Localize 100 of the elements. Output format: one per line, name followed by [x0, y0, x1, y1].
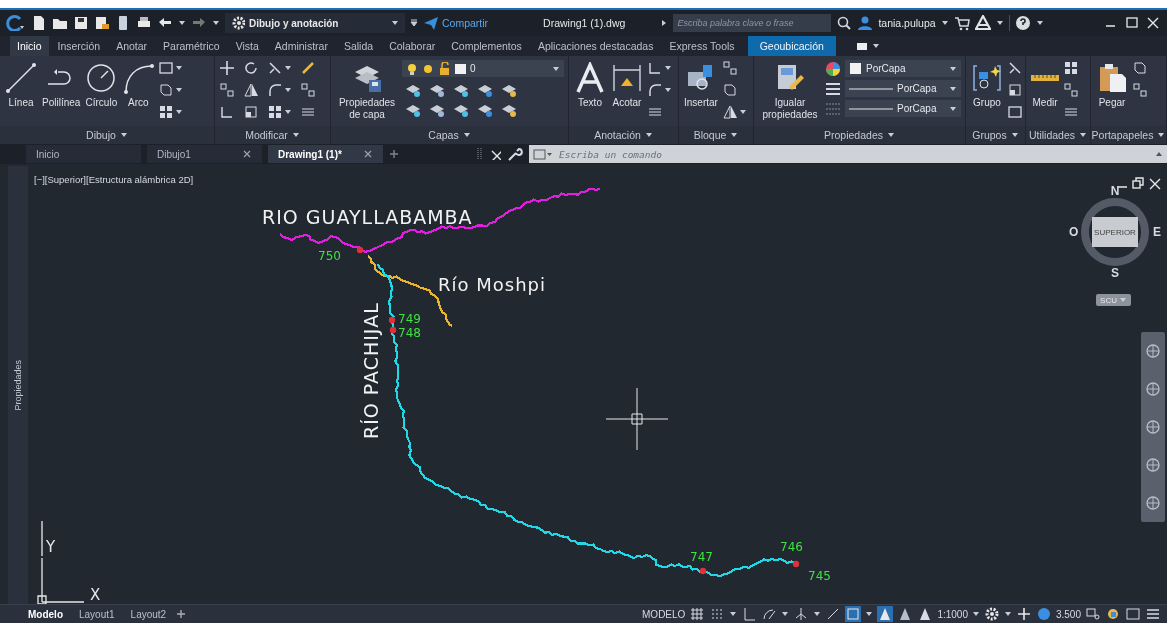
- compass-direction[interactable]: E: [1153, 225, 1161, 239]
- layer-tool-icon[interactable]: [500, 102, 518, 118]
- user-name[interactable]: tania.pulupa: [878, 17, 936, 29]
- panel-title[interactable]: Portapapeles: [1091, 126, 1166, 144]
- layout-tab[interactable]: Modelo: [22, 608, 69, 620]
- layout-tab[interactable]: Layout2: [124, 608, 173, 620]
- model-space-button[interactable]: MODELO: [642, 608, 686, 620]
- panel-title[interactable]: Utilidades: [1026, 126, 1090, 144]
- panel-title[interactable]: Capas: [331, 126, 568, 144]
- menu-icon[interactable]: [1145, 606, 1161, 622]
- grid-icon[interactable]: [689, 606, 706, 622]
- tool-button[interactable]: Pegar: [1095, 60, 1129, 111]
- customize-caret-icon[interactable]: [410, 18, 418, 28]
- scale-icon[interactable]: [243, 104, 259, 120]
- plus-icon[interactable]: [176, 609, 187, 619]
- ribbon-tab[interactable]: Salida: [336, 36, 381, 56]
- copy-icon[interactable]: [1132, 82, 1148, 98]
- new-file-icon[interactable]: [31, 15, 47, 31]
- array-icon[interactable]: [158, 104, 175, 120]
- tool-button[interactable]: Acotar: [610, 60, 644, 111]
- view-cube-face[interactable]: SUPERIOR: [1092, 217, 1138, 247]
- tool-button[interactable]: Círculo: [84, 60, 119, 111]
- rectangle-icon[interactable]: [158, 60, 175, 76]
- panel-title[interactable]: Propiedades: [754, 126, 965, 144]
- tool-button[interactable]: Arco: [121, 60, 156, 111]
- object-snap-icon[interactable]: [845, 606, 862, 622]
- tool-button[interactable]: Polilínea: [41, 60, 82, 111]
- search-icon[interactable]: [836, 15, 853, 31]
- layer-tool-icon[interactable]: [428, 102, 446, 118]
- ribbon-tab[interactable]: Complementos: [444, 36, 529, 56]
- restore-icon[interactable]: [1131, 176, 1145, 190]
- ribbon-tab[interactable]: Inicio: [10, 36, 49, 56]
- tool-button[interactable]: Propiedades de capa: [335, 60, 399, 122]
- scale-icon[interactable]: [1007, 82, 1023, 98]
- tool-button[interactable]: Medir: [1030, 60, 1060, 111]
- viewport-controls[interactable]: [−][Superior][Estructura alámbrica 2D]: [34, 174, 194, 185]
- panel-title[interactable]: Dibujo: [0, 126, 214, 144]
- ribbon-tab[interactable]: Inserción: [50, 36, 108, 56]
- compass-direction[interactable]: S: [1111, 266, 1119, 280]
- paper-plane-icon[interactable]: [423, 15, 439, 31]
- compass-direction[interactable]: O: [1069, 225, 1079, 239]
- compass-direction[interactable]: N: [1110, 184, 1120, 198]
- properties-palette[interactable]: Propiedades: [8, 166, 28, 604]
- fullscreen-icon[interactable]: [1125, 606, 1141, 622]
- polar-icon[interactable]: [761, 606, 778, 622]
- app-logo-icon[interactable]: [6, 15, 26, 31]
- tool-button[interactable]: Texto: [573, 60, 607, 111]
- document-tab[interactable]: Drawing1 (1)*: [268, 145, 383, 163]
- tool-button[interactable]: Igualar propiedades: [758, 60, 822, 122]
- property-dropdown[interactable]: PorCapa: [845, 100, 961, 117]
- screen-icon[interactable]: [1085, 606, 1101, 622]
- isolate-icon[interactable]: [1105, 606, 1121, 622]
- copy-icon[interactable]: [219, 82, 235, 98]
- panel-title[interactable]: Anotación: [569, 126, 678, 144]
- command-input[interactable]: Escriba un comando: [557, 147, 1151, 161]
- mirror-icon[interactable]: [243, 82, 259, 98]
- property-dropdown[interactable]: PorCapa: [845, 60, 961, 77]
- ribbon-tab[interactable]: Paramétrico: [156, 36, 227, 56]
- help-icon[interactable]: [1014, 15, 1031, 31]
- maximize-icon[interactable]: [1124, 15, 1140, 31]
- layer-tool-icon[interactable]: [404, 102, 422, 118]
- layout-tab[interactable]: Layout1: [73, 608, 121, 620]
- navigation-bar[interactable]: [1141, 332, 1165, 522]
- corner-icon[interactable]: [219, 104, 235, 120]
- tool-button[interactable]: Insertar: [683, 60, 719, 111]
- layer-tool-icon[interactable]: [500, 82, 518, 98]
- mirror-icon[interactable]: [721, 104, 738, 120]
- document-tab[interactable]: Dibujo1: [147, 145, 262, 163]
- pencil-icon[interactable]: [300, 60, 316, 76]
- globe-icon[interactable]: [1035, 606, 1052, 622]
- document-tab[interactable]: Inicio: [26, 145, 141, 163]
- layer-dropdown[interactable]: 0: [402, 60, 564, 77]
- layer-tool-icon[interactable]: [428, 82, 446, 98]
- plus-icon[interactable]: [389, 149, 399, 159]
- ribbon-tab[interactable]: Express Tools: [662, 36, 742, 56]
- close-icon[interactable]: [1145, 15, 1161, 31]
- tool-button[interactable]: Grupo: [970, 60, 1004, 111]
- move-icon[interactable]: [219, 60, 235, 76]
- scale-dropdown[interactable]: 1:1000: [937, 608, 968, 620]
- gear-icon[interactable]: [983, 606, 1000, 622]
- search-field[interactable]: Escriba palabra clave o frase: [673, 14, 832, 32]
- panel-title[interactable]: Modificar: [215, 126, 330, 144]
- fillet-icon[interactable]: [647, 82, 663, 98]
- rectangle-icon[interactable]: [1007, 104, 1023, 120]
- close-icon[interactable]: [242, 149, 252, 159]
- property-dropdown[interactable]: PorCapa: [845, 80, 961, 97]
- share-button[interactable]: Compartir: [423, 15, 489, 31]
- save-icon[interactable]: [73, 15, 89, 31]
- array-icon[interactable]: [267, 104, 283, 120]
- ribbon-tab[interactable]: Aplicaciones destacadas: [530, 36, 661, 56]
- ribbon-tab[interactable]: Administrar: [267, 36, 335, 56]
- triangle-icon[interactable]: [974, 15, 991, 31]
- cart-icon[interactable]: [953, 15, 970, 31]
- save-as-icon[interactable]: [94, 15, 110, 31]
- grip-icon[interactable]: [476, 147, 483, 161]
- rotate-icon[interactable]: [243, 60, 259, 76]
- plus-icon[interactable]: [1015, 606, 1032, 622]
- corner-icon[interactable]: [647, 60, 663, 76]
- gear-icon[interactable]: [231, 15, 245, 31]
- close-icon[interactable]: [489, 148, 501, 160]
